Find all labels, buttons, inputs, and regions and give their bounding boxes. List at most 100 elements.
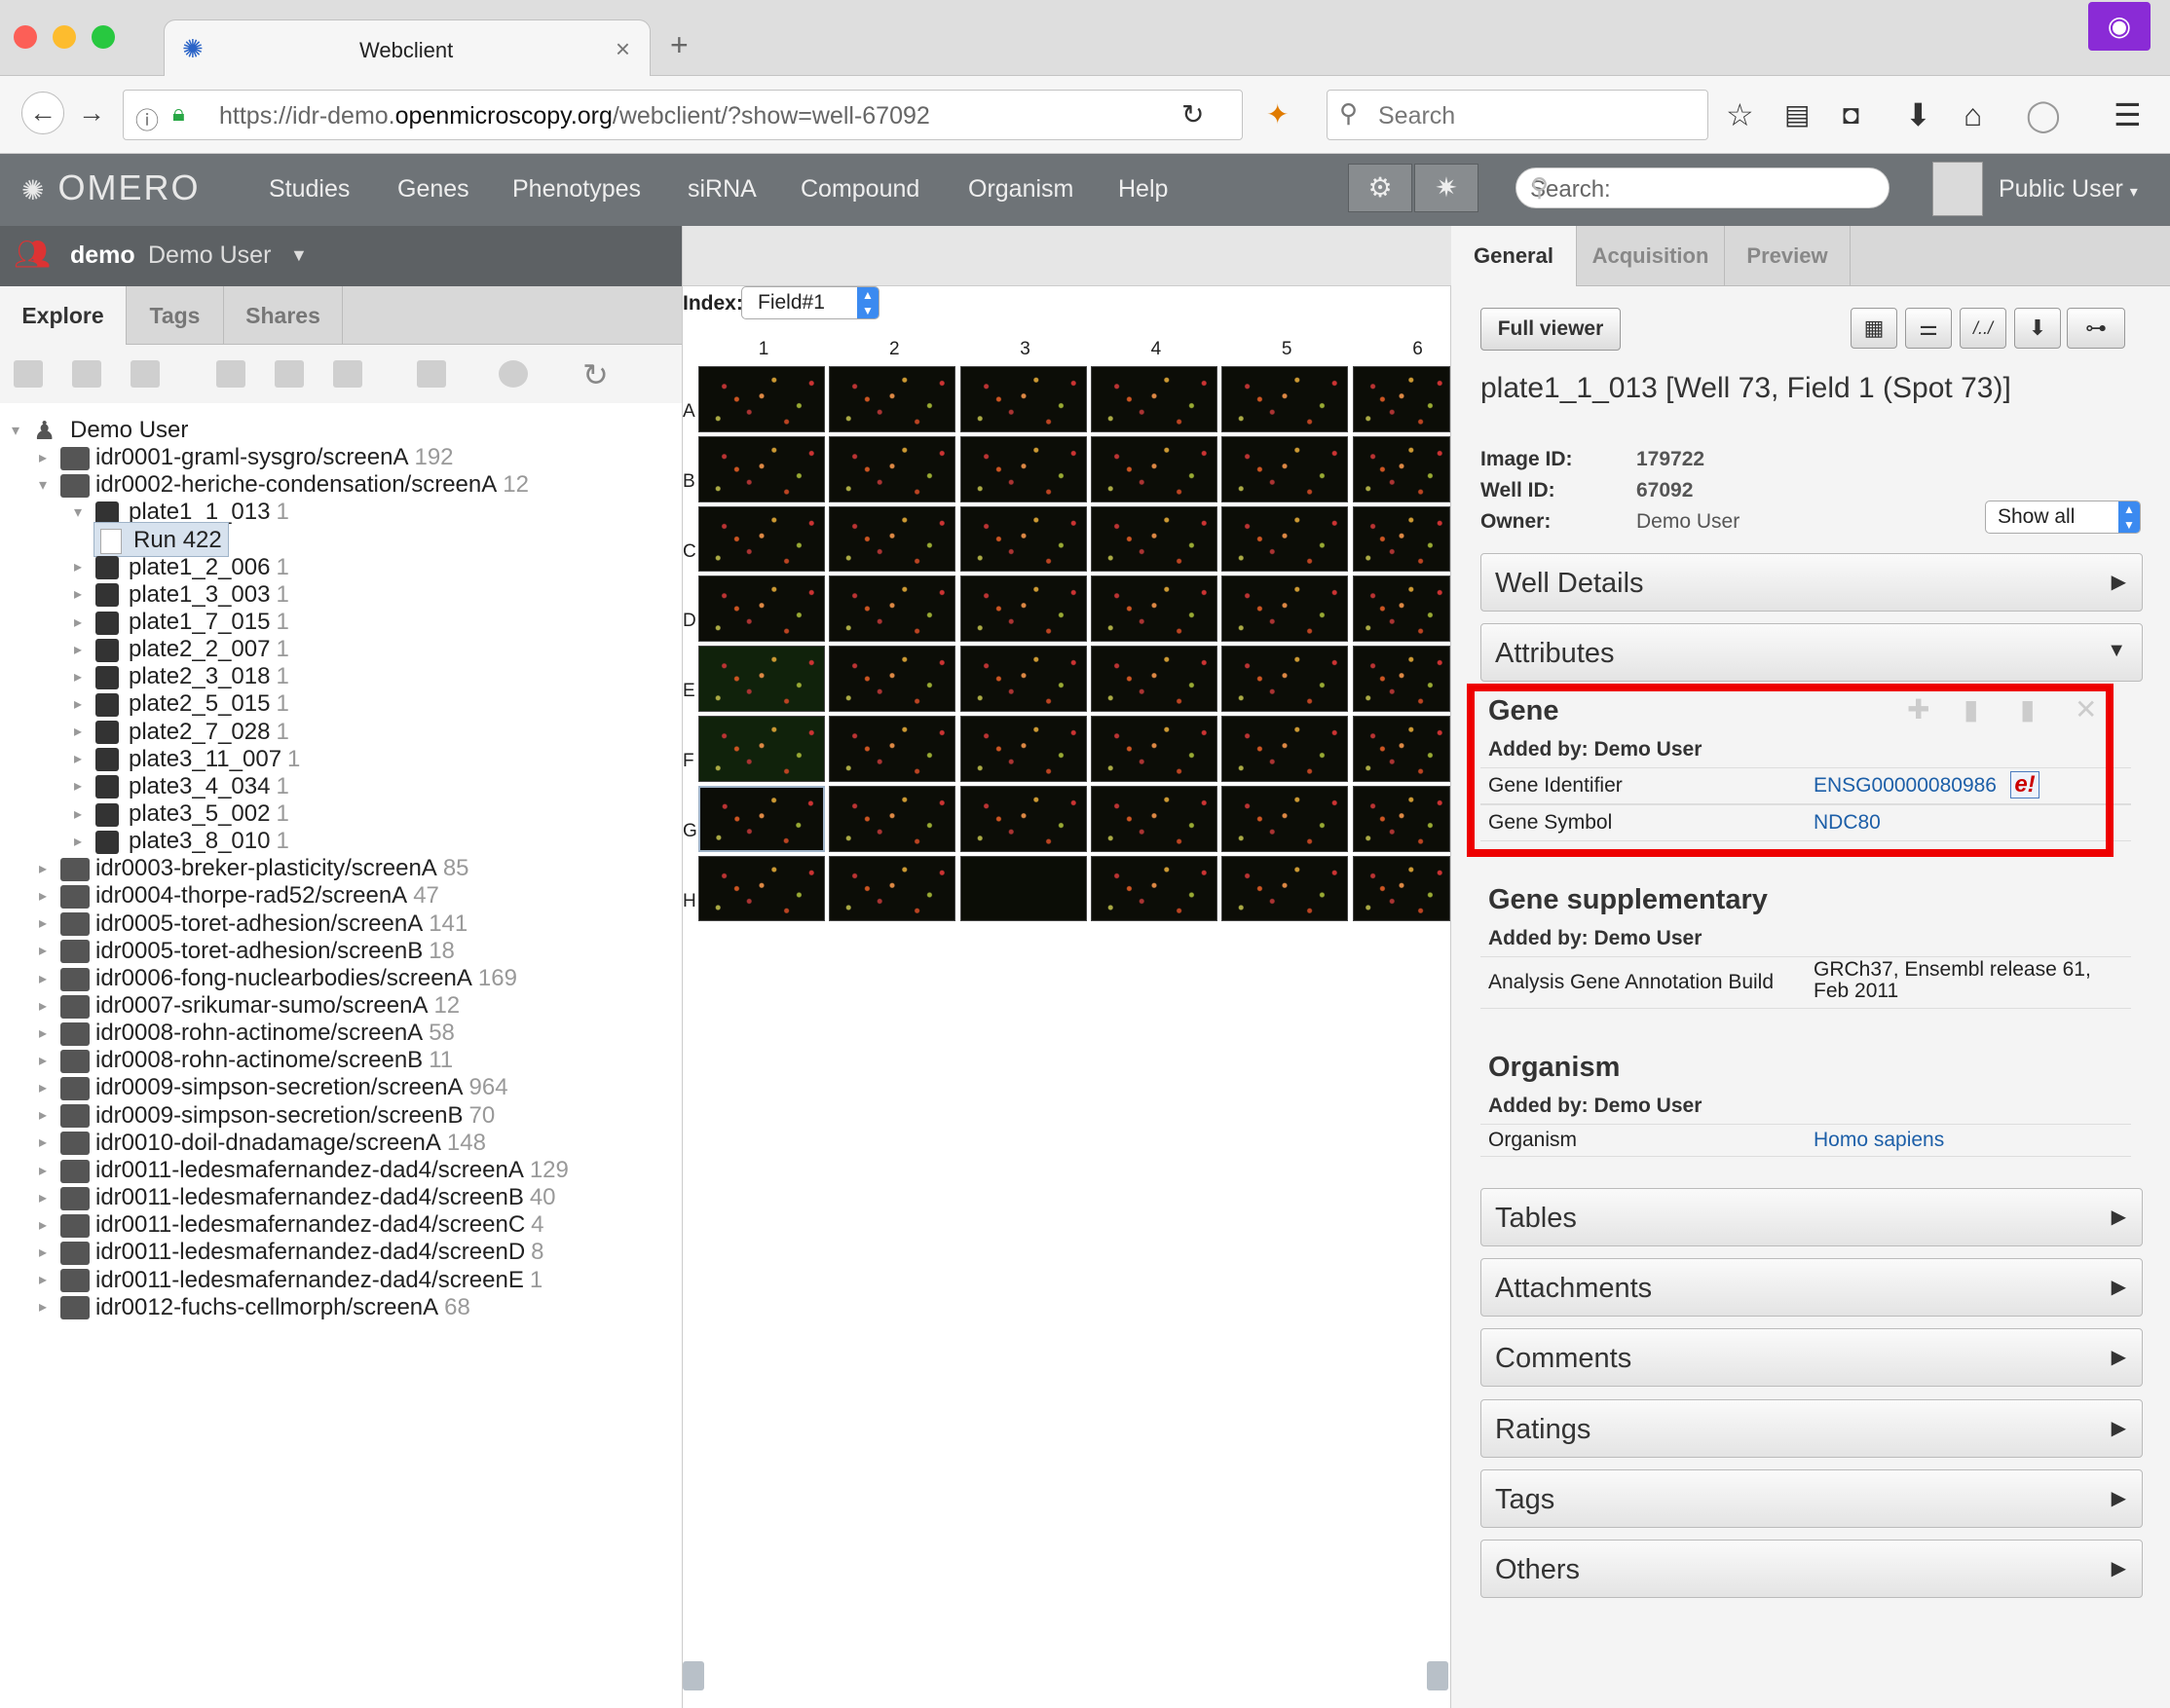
well-d4[interactable] xyxy=(1090,576,1217,643)
right-collapse-handle[interactable] xyxy=(1427,1661,1448,1690)
well-b5[interactable] xyxy=(1221,435,1349,502)
menu-compound[interactable]: Compound xyxy=(801,175,919,204)
delete-icon[interactable] xyxy=(417,360,446,388)
user-short-name[interactable]: demo xyxy=(70,241,135,270)
browser-tab[interactable]: ✺ Webclient × xyxy=(164,19,651,78)
well-f4[interactable] xyxy=(1090,716,1217,782)
well-d3[interactable] xyxy=(959,576,1087,643)
well-e4[interactable] xyxy=(1090,646,1217,712)
home-icon[interactable]: ⌂ xyxy=(1964,97,1982,132)
well-c1[interactable] xyxy=(698,505,825,573)
menu-help[interactable]: Help xyxy=(1118,175,1168,204)
well-h6[interactable] xyxy=(1352,855,1450,922)
well-f1[interactable] xyxy=(698,716,825,782)
tree-screen-item[interactable]: ▸ idr0012-fuchs-cellmorph/screenA 68 xyxy=(39,1290,470,1325)
well-h2[interactable] xyxy=(829,855,956,922)
well-e5[interactable] xyxy=(1221,646,1349,712)
well-f2[interactable] xyxy=(829,716,956,782)
cut-icon[interactable] xyxy=(216,360,245,388)
well-b2[interactable] xyxy=(829,435,956,502)
link-icon[interactable]: ⊶ xyxy=(2067,308,2125,349)
minimize-window-icon[interactable] xyxy=(53,25,76,49)
well-d5[interactable] xyxy=(1221,576,1349,643)
well-a3[interactable] xyxy=(959,366,1087,432)
well-e2[interactable] xyxy=(829,646,956,712)
well-e3[interactable] xyxy=(959,646,1087,712)
download-icon[interactable]: ⬇ xyxy=(1905,97,1931,132)
tab-acquisition[interactable]: Acquisition xyxy=(1576,226,1724,286)
new-project-icon[interactable] xyxy=(72,360,101,388)
well-b4[interactable] xyxy=(1090,435,1217,502)
well-f6[interactable] xyxy=(1352,716,1450,782)
pocket-icon[interactable]: ◘ xyxy=(1843,97,1859,132)
maximize-window-icon[interactable] xyxy=(92,25,115,49)
user-full-name[interactable]: Demo User xyxy=(148,241,271,270)
expand-toggle-icon[interactable]: ▾ xyxy=(74,496,95,531)
others-section[interactable]: Others ▶ xyxy=(1480,1540,2143,1598)
omero-search-input[interactable]: Search: ⚲ xyxy=(1515,167,1889,208)
tags-section[interactable]: Tags ▶ xyxy=(1480,1468,2143,1528)
omero-logo[interactable]: ✺ OMERO xyxy=(21,167,201,208)
menu-phenotypes[interactable]: Phenotypes xyxy=(512,175,641,204)
well-b3[interactable] xyxy=(959,435,1087,502)
well-d2[interactable] xyxy=(829,576,956,643)
paste-icon[interactable] xyxy=(333,360,362,388)
menu-studies[interactable]: Studies xyxy=(269,175,350,204)
download-icon[interactable]: ⬇ xyxy=(2014,308,2061,349)
well-c3[interactable] xyxy=(959,505,1087,573)
well-f5[interactable] xyxy=(1221,716,1349,782)
new-dataset-icon[interactable] xyxy=(131,360,160,388)
menu-sirna[interactable]: siRNA xyxy=(688,175,757,204)
well-e6[interactable] xyxy=(1352,646,1450,712)
tab-preview[interactable]: Preview xyxy=(1724,226,1851,286)
well-g6[interactable] xyxy=(1352,785,1450,852)
url-bar[interactable]: ⓘ 🔒︎ https://idr-demo.openmicroscopy.org… xyxy=(123,90,1243,140)
well-c6[interactable] xyxy=(1352,505,1450,573)
well-h3[interactable] xyxy=(959,855,1087,922)
well-b6[interactable] xyxy=(1352,435,1450,502)
expand-toggle-icon[interactable]: ▸ xyxy=(39,1290,60,1325)
well-e1[interactable] xyxy=(698,646,825,712)
well-b1[interactable] xyxy=(698,435,825,502)
share-globe-icon[interactable] xyxy=(499,360,528,388)
well-g3[interactable] xyxy=(959,785,1087,852)
well-d6[interactable] xyxy=(1352,576,1450,643)
well-a5[interactable] xyxy=(1221,366,1349,432)
well-g2[interactable] xyxy=(829,785,956,852)
user-avatar[interactable] xyxy=(1932,162,1983,216)
well-h1[interactable] xyxy=(698,855,825,922)
well-c2[interactable] xyxy=(829,505,956,573)
well-c5[interactable] xyxy=(1221,505,1349,573)
roi-path-icon[interactable]: /../ xyxy=(1960,308,2006,349)
hierarchy-icon[interactable]: ⚌ xyxy=(1905,308,1952,349)
well-a2[interactable] xyxy=(829,366,956,432)
attributes-section[interactable]: Attributes ▼ xyxy=(1480,623,2143,682)
well-g4[interactable] xyxy=(1090,785,1217,852)
expand-toggle-icon[interactable]: ▾ xyxy=(39,468,60,503)
tab-general[interactable]: General xyxy=(1451,226,1576,286)
tab-close-icon[interactable]: × xyxy=(616,34,630,64)
ratings-section[interactable]: Ratings ▶ xyxy=(1480,1398,2143,1458)
well-d1[interactable] xyxy=(698,576,825,643)
info-icon[interactable]: ⓘ xyxy=(135,101,159,135)
chevron-down-icon[interactable]: ▼ xyxy=(290,245,308,266)
reading-list-icon[interactable]: ▤ xyxy=(1784,97,1810,132)
organism-link[interactable]: Homo sapiens xyxy=(1814,1129,1944,1152)
scripts-icon[interactable]: ✷ xyxy=(1414,164,1478,212)
well-h5[interactable] xyxy=(1221,855,1349,922)
browser-search-field[interactable]: ⚲ Search xyxy=(1327,90,1708,140)
well-details-section[interactable]: Well Details ▶ xyxy=(1480,553,2143,612)
tab-explore[interactable]: Explore xyxy=(0,286,127,345)
well-c4[interactable] xyxy=(1090,505,1217,573)
settings-gear-icon[interactable]: ⚙ xyxy=(1348,164,1412,212)
bookmark-star-icon[interactable]: ☆ xyxy=(1726,97,1754,132)
well-a1[interactable] xyxy=(698,366,825,432)
well-f3[interactable] xyxy=(959,716,1087,782)
well-a4[interactable] xyxy=(1090,366,1217,432)
new-folder-icon[interactable] xyxy=(14,360,43,388)
url-text[interactable]: https://idr-demo.openmicroscopy.org/webc… xyxy=(219,102,930,130)
comments-section[interactable]: Comments ▶ xyxy=(1480,1328,2143,1388)
hamburger-menu-icon[interactable]: ☰ xyxy=(2114,97,2142,132)
full-viewer-button[interactable]: Full viewer xyxy=(1480,308,1621,351)
tab-tags[interactable]: Tags xyxy=(127,286,224,345)
